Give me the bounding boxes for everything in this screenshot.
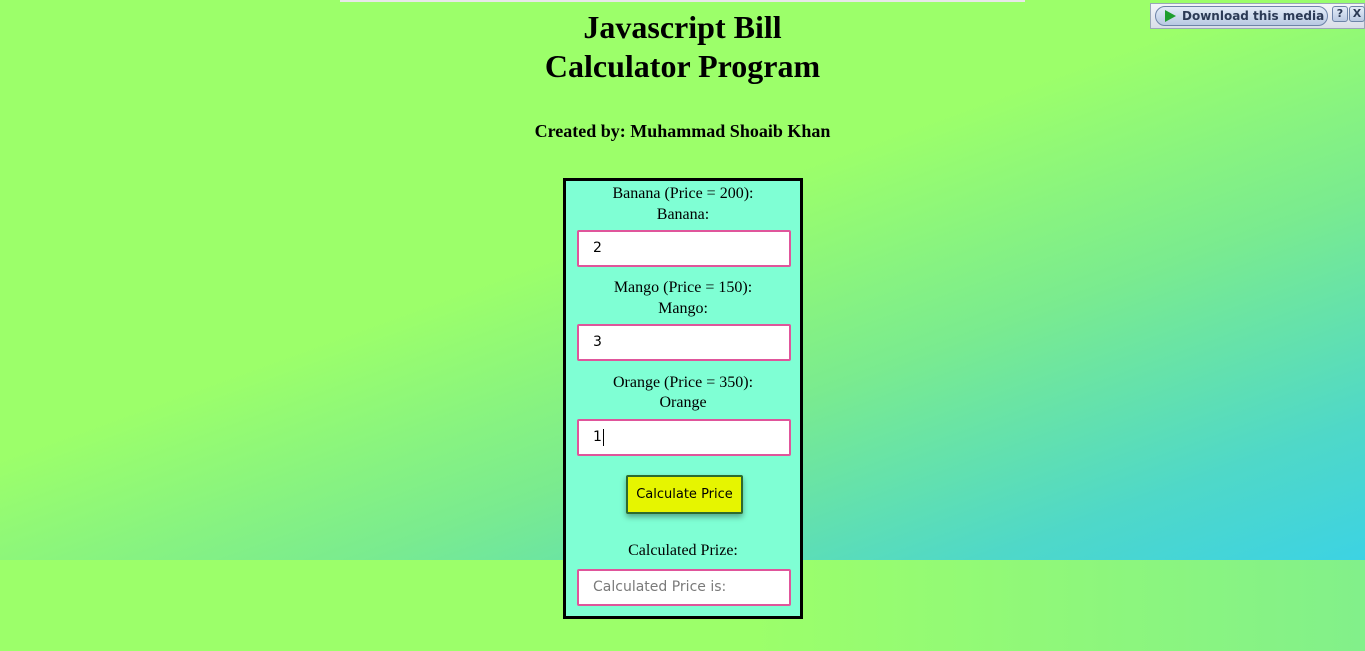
download-media-label: Download this media xyxy=(1182,9,1325,23)
banana-price-label: Banana (Price = 200): xyxy=(612,185,754,202)
orange-field-label: Orange xyxy=(659,394,707,411)
orange-quantity-input[interactable]: 1 xyxy=(577,419,791,456)
mango-field-label: Mango: xyxy=(658,300,708,317)
calculated-prize-label: Calculated Prize: xyxy=(628,542,738,559)
media-download-toolbar: Download this media ? X xyxy=(1150,3,1365,29)
banana-quantity-input[interactable]: 2 xyxy=(577,230,791,267)
play-icon xyxy=(1165,10,1176,22)
calculate-price-button[interactable]: Calculate Price xyxy=(626,475,743,514)
help-button[interactable]: ? xyxy=(1332,6,1348,22)
orange-quantity-value: 1 xyxy=(593,429,602,445)
close-button[interactable]: X xyxy=(1349,6,1365,22)
mango-price-label: Mango (Price = 150): xyxy=(613,279,753,296)
calculated-price-output[interactable]: Calculated Price is: xyxy=(577,569,791,606)
author-credit: Created by: Muhammad Shoaib Khan xyxy=(534,121,831,141)
download-media-button[interactable]: Download this media xyxy=(1155,6,1328,26)
text-caret xyxy=(602,428,604,446)
page-title-line-2: Calculator Program xyxy=(544,48,821,84)
mango-quantity-input[interactable]: 3 xyxy=(577,324,791,361)
bill-calculator-form: Banana (Price = 200): Banana: 2 Mango (P… xyxy=(563,178,803,619)
browser-top-edge xyxy=(340,0,1025,2)
banana-field-label: Banana: xyxy=(656,206,710,223)
orange-price-label: Orange (Price = 350): xyxy=(612,374,754,391)
